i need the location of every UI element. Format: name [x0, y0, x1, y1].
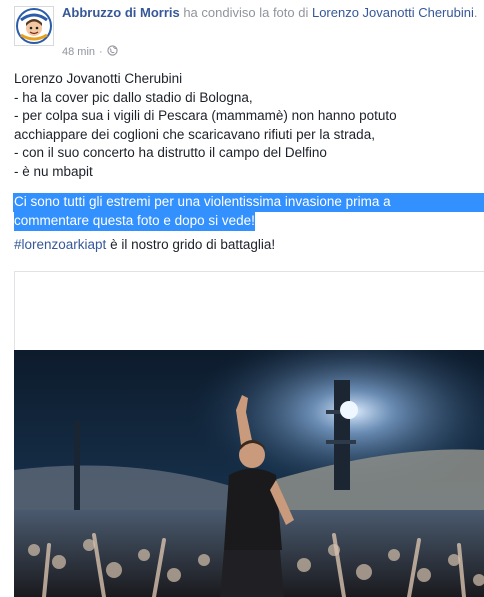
message-line: Lorenzo Jovanotti Cherubini [14, 71, 183, 86]
message-line: - è nu mbapit [14, 163, 93, 179]
page-avatar[interactable] [14, 6, 54, 46]
post-timestamp[interactable]: 48 min [62, 46, 95, 58]
user-name-link[interactable]: Lorenzo Jovanotti Cherubini [312, 5, 474, 20]
attribution-period: . [473, 5, 478, 20]
post-meta: 48 min · [62, 45, 118, 59]
hashtag-line: #lorenzoarkiapt è il nostro grido di bat… [14, 236, 275, 254]
post-header: Abbruzzo di Morris ha condiviso la foto … [14, 4, 484, 64]
message-line: - con il suo concerto ha distrutto il ca… [14, 145, 327, 161]
concert-photo-image [14, 350, 484, 597]
hashtag-link[interactable]: #lorenzoarkiapt [14, 237, 106, 252]
post-message: Lorenzo Jovanotti Cherubini - ha la cove… [14, 70, 484, 182]
selected-line: commentare questa foto e dopo si vede! [14, 212, 255, 231]
meta-separator: · [99, 46, 103, 58]
page-name-link[interactable]: Abbruzzo di Morris [62, 5, 180, 20]
shared-text: ha condiviso la foto di [179, 5, 312, 20]
hashtag-rest: è il nostro grido di battaglia! [106, 237, 276, 252]
facebook-post: Abbruzzo di Morris ha condiviso la foto … [0, 0, 484, 597]
message-line: - ha la cover pic dallo stadio di Bologn… [14, 89, 253, 105]
post-attribution: Abbruzzo di Morris ha condiviso la foto … [62, 4, 482, 22]
concert-photo[interactable] [14, 350, 484, 597]
avatar-logo-image [15, 7, 53, 45]
message-line: - per colpa sua i vigili di Pescara (mam… [14, 108, 397, 124]
selected-line: Ci sono tutti gli estremi per una violen… [13, 193, 484, 212]
selected-text: Ci sono tutti gli estremi per una violen… [13, 193, 484, 231]
message-line: acchiappare dei coglioni che scaricavano… [14, 126, 375, 142]
globe-icon[interactable] [107, 45, 118, 59]
